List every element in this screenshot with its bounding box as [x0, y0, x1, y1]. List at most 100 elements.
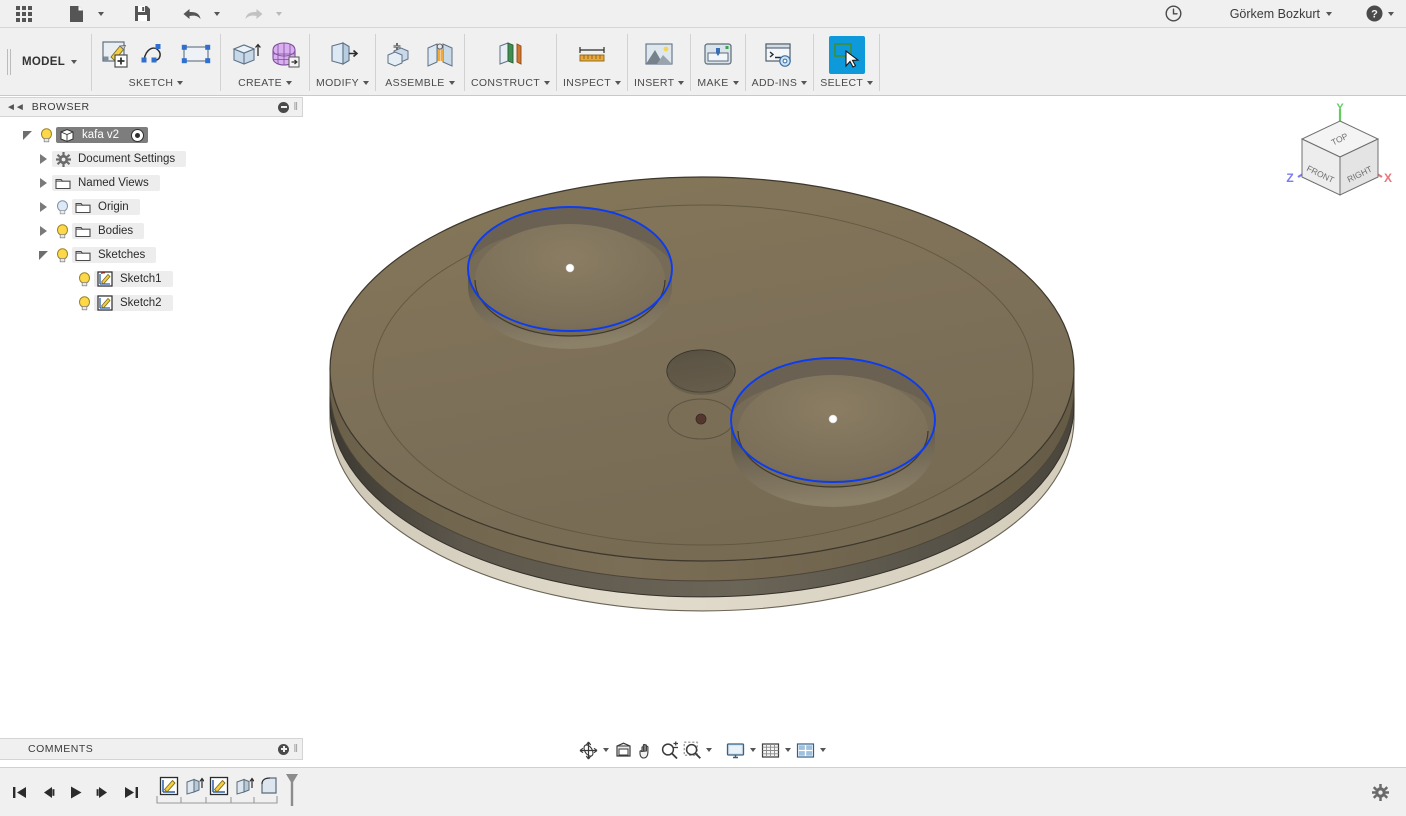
play-button[interactable] [62, 778, 88, 806]
visibility-bulb-icon[interactable] [74, 295, 94, 311]
panel-title-inspect[interactable]: INSPECT [563, 74, 621, 92]
pan-tool[interactable] [636, 738, 658, 762]
model-canvas[interactable]: Y X Z TOP FRONT RIGHT [303, 97, 1406, 767]
visibility-bulb-icon[interactable] [52, 199, 72, 215]
zoom-window-caret[interactable] [704, 738, 715, 762]
tree-row-chip[interactable]: kafa v2 [56, 127, 149, 143]
user-account-menu[interactable]: Görkem Bozkurt [1230, 7, 1332, 21]
save-button[interactable] [126, 2, 158, 26]
tree-node-kafa-v2[interactable]: kafa v2 [0, 123, 303, 147]
tree-node-sketch1[interactable]: Sketch1 [0, 267, 303, 291]
select-tool[interactable] [828, 36, 865, 74]
tree-row-chip[interactable]: Origin [72, 199, 140, 215]
tree-node-bodies[interactable]: Bodies [0, 219, 303, 243]
browser-resize-grip[interactable]: ‖ [293, 101, 298, 113]
step-back-button[interactable] [34, 778, 60, 806]
through-hole-center[interactable] [666, 349, 736, 395]
collapse-left-icon[interactable]: ◄◄ [6, 102, 25, 113]
offset-plane-tool[interactable] [493, 36, 529, 74]
twisty-expanded[interactable] [18, 130, 36, 140]
rectangle-tool[interactable] [178, 36, 214, 74]
look-at-tool[interactable] [613, 738, 635, 762]
panel-title-create[interactable]: CREATE [238, 74, 292, 92]
step-forward-button[interactable] [90, 778, 116, 806]
scripts-addins-tool[interactable] [761, 36, 797, 74]
display-settings-caret[interactable] [748, 738, 759, 762]
tree-row-chip[interactable]: Sketch1 [94, 271, 173, 287]
jump-to-end-button[interactable] [118, 778, 144, 806]
cad-model-render[interactable] [303, 97, 1406, 767]
measure-tool[interactable] [574, 36, 610, 74]
orbit-tool[interactable] [578, 738, 600, 762]
create-form-tool[interactable] [267, 36, 303, 74]
file-menu[interactable] [60, 2, 92, 26]
twisty-expanded[interactable] [34, 250, 52, 260]
comments-resize-grip[interactable]: ‖ [293, 743, 298, 755]
extrude-tool[interactable] [227, 36, 263, 74]
tree-row-chip[interactable]: Document Settings [52, 151, 187, 167]
zoom-tool[interactable] [658, 738, 680, 762]
tree-node-sketch2[interactable]: Sketch2 [0, 291, 303, 315]
panel-title-make[interactable]: MAKE [697, 74, 739, 92]
panel-title-insert[interactable]: INSERT [634, 74, 685, 92]
display-settings[interactable] [725, 738, 747, 762]
timeline-settings-button[interactable] [1368, 780, 1392, 804]
tree-node-origin[interactable]: Origin [0, 195, 303, 219]
joint-tool[interactable] [422, 36, 458, 74]
tree-row-chip[interactable]: Bodies [72, 223, 145, 239]
panel-title-sketch[interactable]: SKETCH [129, 74, 184, 92]
grid-snaps[interactable] [760, 738, 782, 762]
plus-circle-icon[interactable] [278, 743, 290, 755]
create-sketch-tool[interactable] [98, 36, 134, 74]
redo-button[interactable] [238, 2, 270, 26]
workspace-selector[interactable]: MODEL [12, 28, 91, 95]
minus-circle-icon[interactable] [278, 101, 290, 113]
panel-title-assemble[interactable]: ASSEMBLE [385, 74, 455, 92]
viewports-caret[interactable] [817, 738, 828, 762]
view-cube[interactable]: Y X Z TOP FRONT RIGHT [1278, 99, 1398, 209]
new-component-tool[interactable] [382, 36, 418, 74]
timeline-marker[interactable] [285, 773, 299, 812]
tree-node-named-views[interactable]: Named Views [0, 171, 303, 195]
twisty-collapsed[interactable] [34, 178, 52, 188]
panel-title-select[interactable]: SELECT [820, 74, 874, 92]
ribbon-grip[interactable] [0, 28, 12, 95]
tree-row-chip[interactable]: Named Views [52, 175, 160, 191]
component-activate-radio[interactable] [131, 128, 145, 142]
tree-node-sketches[interactable]: Sketches [0, 243, 303, 267]
grid-snaps-caret[interactable] [782, 738, 793, 762]
panel-title-construct[interactable]: CONSTRUCT [471, 74, 551, 92]
twisty-collapsed[interactable] [34, 226, 52, 236]
small-hole-center[interactable] [667, 398, 735, 440]
pocket-upper-left[interactable] [467, 200, 673, 349]
comments-panel[interactable]: COMMENTS ‖ [0, 738, 303, 760]
undo-button[interactable] [176, 2, 208, 26]
pocket-lower-right[interactable] [730, 357, 936, 507]
spline-tool[interactable] [138, 36, 174, 74]
help-menu[interactable]: ? [1366, 5, 1394, 22]
twisty-collapsed[interactable] [34, 202, 52, 212]
sketch-center-point[interactable] [565, 263, 575, 273]
visibility-bulb-icon[interactable] [52, 247, 72, 263]
visibility-bulb-icon[interactable] [52, 223, 72, 239]
visibility-bulb-icon[interactable] [74, 271, 94, 287]
visibility-bulb-icon[interactable] [36, 127, 56, 143]
orbit-caret[interactable] [601, 738, 612, 762]
panel-title-addins[interactable]: ADD-INS [752, 74, 808, 92]
file-menu-caret[interactable] [94, 2, 108, 26]
recent-documents-button[interactable] [1158, 2, 1190, 26]
jump-to-beginning-button[interactable] [6, 778, 32, 806]
tree-node-document-settings[interactable]: Document Settings [0, 147, 303, 171]
app-grid-menu[interactable] [8, 2, 40, 26]
3d-print-tool[interactable] [700, 36, 736, 74]
zoom-window-tool[interactable] [681, 738, 703, 762]
insert-image-tool[interactable] [641, 36, 677, 74]
undo-caret[interactable] [210, 2, 224, 26]
twisty-collapsed[interactable] [34, 154, 52, 164]
redo-caret[interactable] [272, 2, 286, 26]
panel-title-modify[interactable]: MODIFY [316, 74, 369, 92]
tree-row-chip[interactable]: Sketches [72, 247, 157, 263]
press-pull-tool[interactable] [325, 36, 361, 74]
tree-row-chip[interactable]: Sketch2 [94, 295, 173, 311]
viewports[interactable] [794, 738, 816, 762]
